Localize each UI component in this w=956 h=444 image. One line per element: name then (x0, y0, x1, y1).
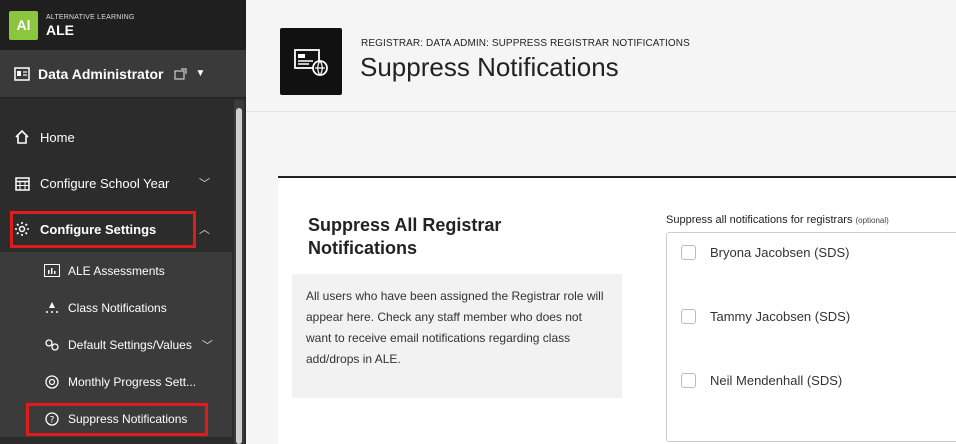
chevron-up-icon: ︿ (199, 224, 210, 236)
nav-item-configure-school-year[interactable]: Configure School Year ﹀ (0, 160, 232, 206)
nav-item-configure-settings[interactable]: Configure Settings ︿ (0, 206, 232, 252)
caret-down-icon: ▼ (195, 68, 206, 79)
checkbox[interactable] (681, 373, 696, 388)
field-label: Suppress all notifications for registrar… (666, 214, 889, 226)
registrar-name: Bryona Jacobsen (SDS) (710, 245, 850, 260)
nav-label-home: Home (40, 129, 75, 145)
sub-item-default-settings[interactable]: Default Settings/Values ﹀ (0, 326, 232, 363)
highlight-configure-settings (10, 211, 196, 248)
sub-label-monthly-progress: Monthly Progress Sett... (68, 374, 197, 389)
sub-item-suppress-notifications[interactable]: ? Suppress Notifications (0, 400, 232, 437)
section-title: Suppress All Registrar Notifications (308, 215, 502, 259)
bell-icon (44, 301, 60, 315)
progress-icon (44, 374, 60, 389)
chevron-down-icon: ﹀ (201, 339, 213, 352)
calendar-icon (14, 175, 30, 191)
registrar-name: Neil Mendenhall (SDS) (710, 373, 843, 388)
chevron-down-icon: ﹀ (199, 178, 210, 190)
section-description: All users who have been assigned the Reg… (292, 274, 622, 398)
nav-label-configure-school-year: Configure School Year (40, 175, 170, 191)
highlight-suppress-notifications (26, 403, 208, 436)
sub-item-monthly-progress[interactable]: Monthly Progress Sett... (0, 363, 232, 400)
sub-item-ale-assessments[interactable]: ALE Assessments (0, 252, 232, 289)
home-icon (14, 129, 30, 145)
switch-role-icon (173, 67, 187, 80)
page-header: REGISTRAR: DATA ADMIN: SUPPRESS REGISTRA… (246, 0, 956, 112)
sub-item-class-notifications[interactable]: Class Notifications (0, 289, 232, 326)
brand-name: ALE (46, 21, 74, 38)
registrar-name: Tammy Jacobsen (SDS) (710, 309, 851, 324)
brand-text: ALTERNATIVE LEARNING ALE (46, 14, 135, 37)
notification-settings-icon (280, 28, 342, 95)
id-card-icon (14, 66, 30, 81)
page-title: Suppress Notifications (360, 52, 619, 82)
brand[interactable]: Al ALTERNATIVE LEARNING ALE (0, 0, 246, 50)
role-label: Data Administrator (38, 65, 164, 82)
field-label-text: Suppress all notifications for registrar… (666, 214, 853, 226)
nav-item-home[interactable]: Home (0, 114, 232, 160)
sub-label-ale-assessments: ALE Assessments (68, 263, 165, 278)
chart-icon (44, 264, 60, 278)
sidebar-scrollbar[interactable] (234, 100, 244, 444)
optional-tag: (optional) (855, 216, 889, 225)
configure-settings-submenu: ALE Assessments Class Notifications Defa… (0, 252, 232, 437)
sub-label-class-notifications: Class Notifications (68, 300, 167, 315)
scrollbar-thumb[interactable] (236, 108, 242, 444)
suppress-card: Suppress All Registrar Notifications All… (278, 176, 956, 444)
main-nav: Home Configure School Year ﹀ Configure S… (0, 98, 232, 437)
registrar-option[interactable]: Bryona Jacobsen (SDS) (681, 245, 849, 260)
registrar-checkbox-list: Bryona Jacobsen (SDS) Tammy Jacobsen (SD… (666, 232, 956, 442)
sub-label-default-settings: Default Settings/Values (68, 337, 192, 352)
brand-tagline: ALTERNATIVE LEARNING (46, 13, 135, 21)
cogs-icon (44, 338, 60, 352)
registrar-option[interactable]: Tammy Jacobsen (SDS) (681, 309, 850, 324)
registrar-option[interactable]: Neil Mendenhall (SDS) (681, 373, 842, 388)
sidebar: Al ALTERNATIVE LEARNING ALE Data Adminis… (0, 0, 246, 444)
brand-logo: Al (9, 10, 38, 40)
breadcrumb: REGISTRAR: DATA ADMIN: SUPPRESS REGISTRA… (361, 38, 690, 49)
role-selector[interactable]: Data Administrator ▼ (0, 50, 246, 98)
checkbox[interactable] (681, 309, 696, 324)
checkbox[interactable] (681, 245, 696, 260)
